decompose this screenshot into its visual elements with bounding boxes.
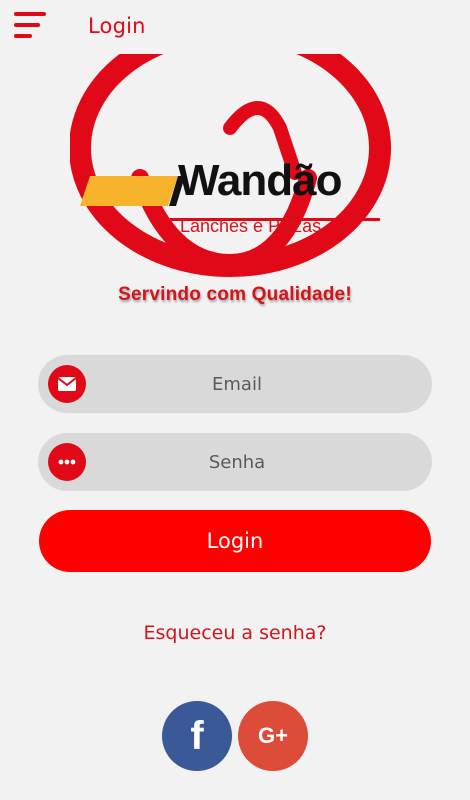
brand-logo: Wandão Lanches e Pizzas Servindo com Qua… — [70, 48, 400, 318]
google-plus-icon: G+ — [258, 723, 288, 748]
password-input[interactable] — [94, 433, 380, 491]
email-field[interactable] — [38, 355, 432, 413]
facebook-icon: f — [190, 714, 204, 758]
google-plus-login-button[interactable]: G+ — [238, 701, 308, 771]
email-input[interactable] — [94, 355, 380, 413]
login-button[interactable]: Login — [39, 510, 431, 572]
logo-slogan: Servindo com Qualidade! — [118, 284, 352, 305]
logo-subtitle: Lanches e Pizzas — [180, 216, 322, 236]
password-field[interactable] — [38, 433, 432, 491]
facebook-login-button[interactable]: f — [162, 701, 232, 771]
hamburger-menu-icon[interactable] — [14, 10, 48, 40]
envelope-icon — [48, 365, 86, 403]
page-title: Login — [88, 14, 146, 38]
dots-icon — [48, 443, 86, 481]
logo-brand-name: Wandão — [178, 156, 342, 205]
forgot-password-link[interactable]: Esqueceu a senha? — [0, 622, 470, 644]
